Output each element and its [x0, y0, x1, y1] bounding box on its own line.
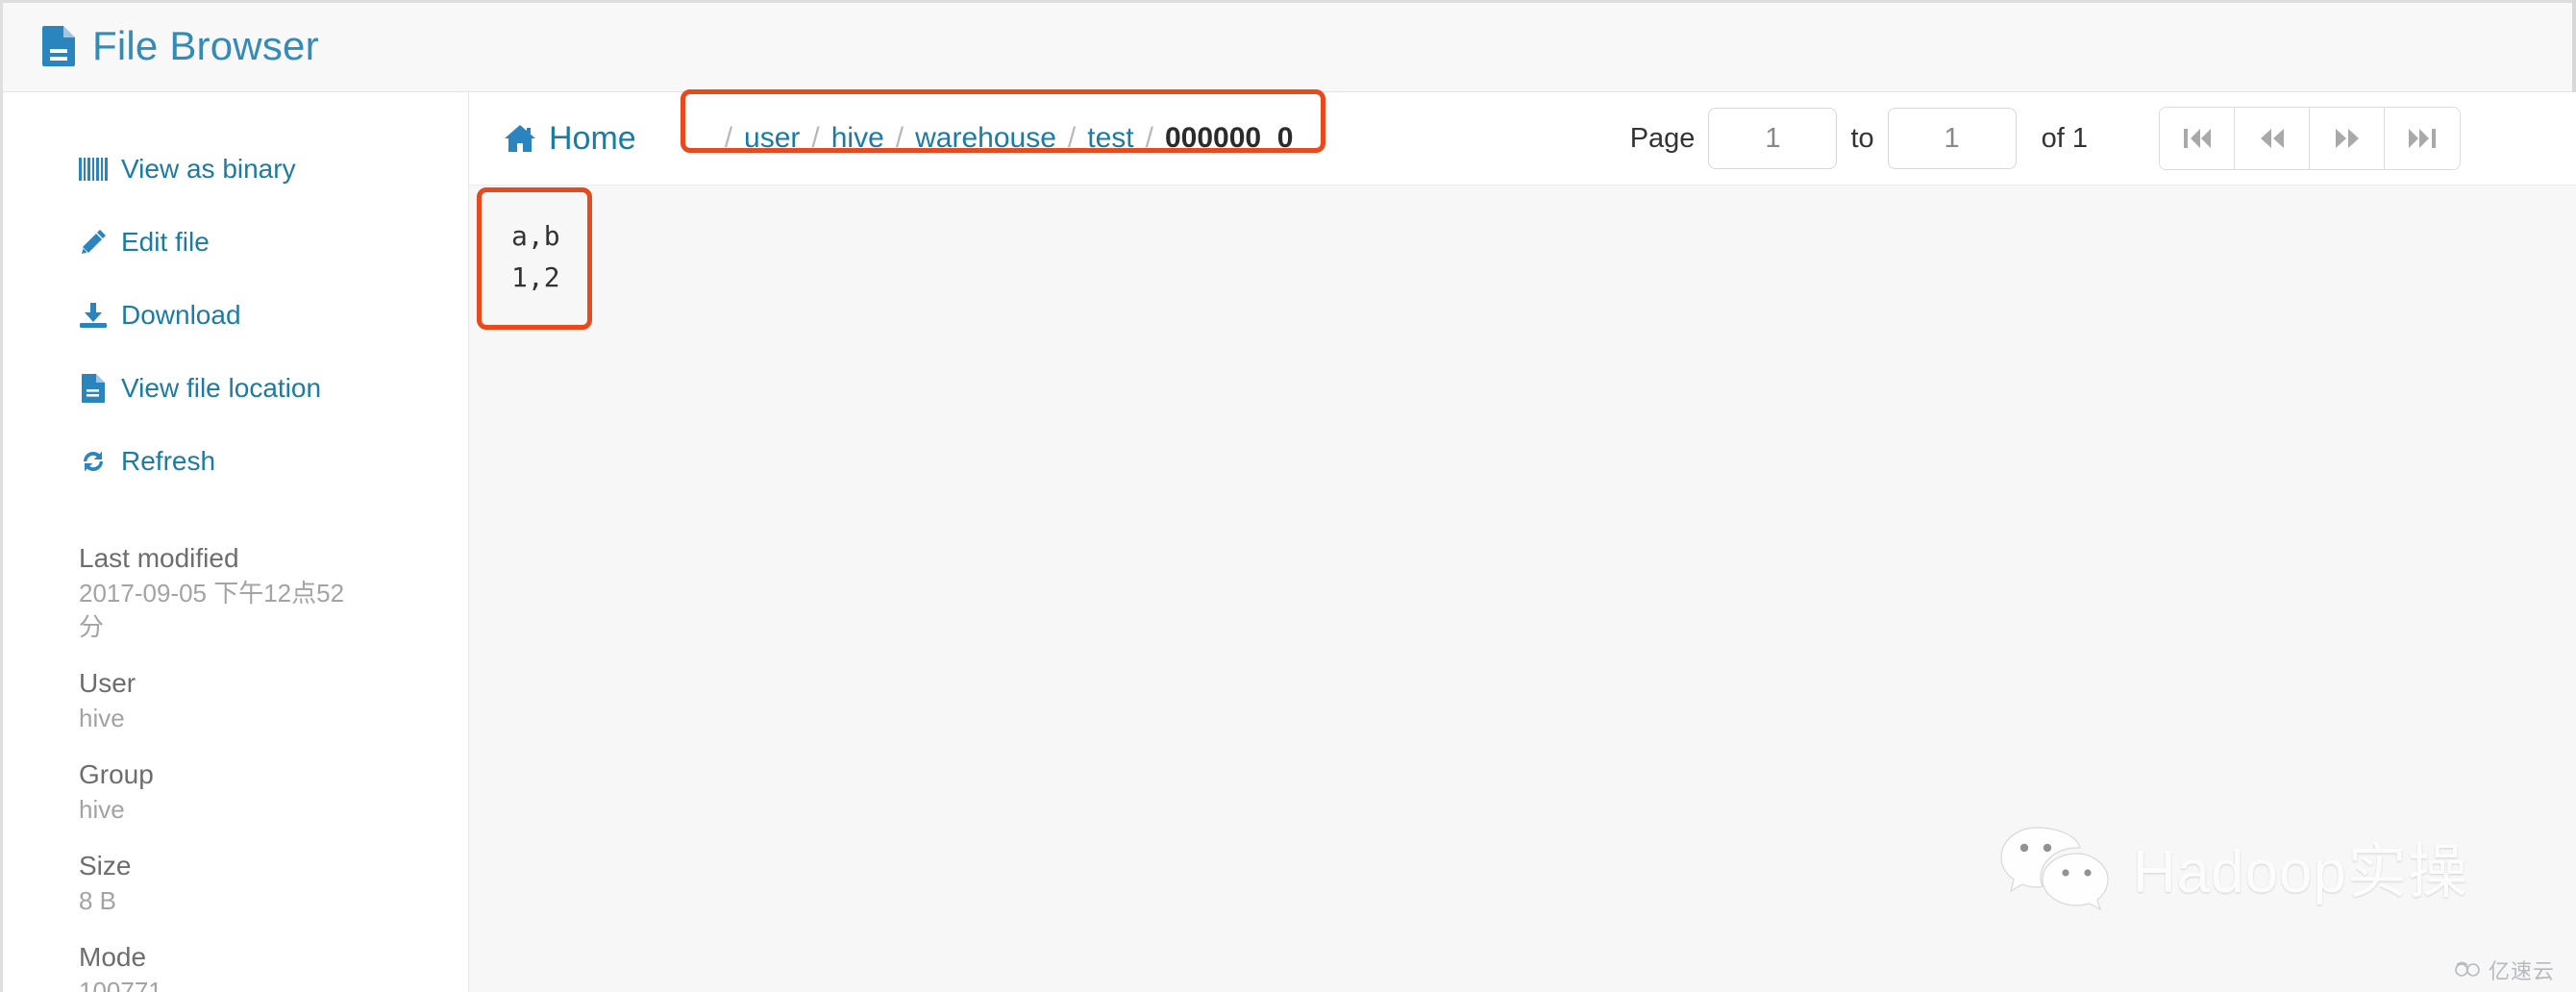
page-to-label: to — [1850, 122, 1874, 154]
pencil-icon — [79, 229, 108, 256]
watermark-text: Hadoop实操 — [2132, 838, 2468, 905]
sidebar-item-view-file-location[interactable]: View file location — [0, 352, 468, 425]
breadcrumb-separator: / — [1067, 122, 1077, 154]
first-page-button[interactable] — [2160, 108, 2235, 169]
file-metadata: Last modified 2017-09-05 下午12点52分 User h… — [0, 498, 468, 992]
last-page-icon — [2407, 126, 2438, 151]
file-browser-app: File Browser View as binary Edit file Do… — [0, 0, 2576, 992]
metadata-item-user: User hive — [79, 665, 468, 735]
page-from-input[interactable] — [1708, 108, 1838, 169]
previous-page-button[interactable] — [2235, 108, 2310, 169]
metadata-label: Mode — [79, 941, 147, 972]
breadcrumb-separator: / — [895, 122, 904, 154]
previous-page-icon — [2257, 126, 2288, 151]
breadcrumb-separator: / — [1145, 122, 1153, 154]
watermark: Hadoop实操 — [1998, 822, 2468, 923]
sidebar-item-edit-file[interactable]: Edit file — [0, 206, 468, 279]
sidebar-item-download[interactable]: Download — [0, 279, 468, 352]
window-left-edge — [0, 0, 3, 992]
metadata-label: Group — [79, 758, 154, 789]
window-top-edge — [0, 0, 2576, 3]
metadata-value: 8 B — [79, 885, 117, 915]
breadcrumb-item-hive[interactable]: hive — [831, 122, 884, 155]
metadata-label: User — [79, 667, 136, 698]
content-area: Home / user / hive / warehouse / test / … — [469, 89, 2576, 992]
metadata-value: 100771 — [79, 977, 162, 992]
first-page-icon — [2182, 126, 2213, 151]
pagination-controls: Page to of 1 — [1630, 107, 2547, 170]
breadcrumb-separator: / — [724, 122, 733, 154]
corner-watermark: 亿速云 — [2453, 960, 2555, 982]
cloud-icon — [2453, 960, 2482, 982]
breadcrumb-separator: / — [811, 122, 820, 154]
page-title: File Browser — [92, 22, 319, 68]
next-page-button[interactable] — [2310, 108, 2385, 169]
breadcrumb-container: / user / hive / warehouse / test / 00000… — [680, 89, 1326, 168]
metadata-label: Last modified — [79, 543, 239, 573]
breadcrumb-item-warehouse[interactable]: warehouse — [915, 122, 1056, 155]
page-total-label: of 1 — [2041, 122, 2088, 154]
home-icon — [504, 124, 536, 153]
metadata-item-group: Group hive — [79, 756, 468, 827]
app-body: View as binary Edit file Download View f… — [0, 89, 2576, 992]
breadcrumb-item-current-file[interactable]: 000000_0 — [1165, 122, 1293, 155]
page-label: Page — [1629, 122, 1696, 154]
sidebar-item-label: View as binary — [121, 154, 296, 184]
sidebar-item-label: View file location — [121, 373, 322, 403]
metadata-item-mode: Mode 100771 — [79, 939, 468, 992]
app-title-group: File Browser — [42, 22, 319, 68]
page-to-input[interactable] — [1887, 108, 2017, 169]
app-header: File Browser — [0, 0, 2576, 92]
sidebar-item-label: Edit file — [121, 227, 210, 257]
sidebar-item-label: Refresh — [121, 446, 216, 476]
next-page-icon — [2332, 126, 2363, 151]
barcode-icon — [79, 158, 108, 181]
metadata-label: Size — [79, 850, 132, 880]
file-view: a,b 1,2 Hadoop实操 亿速云 — [469, 185, 2576, 992]
sidebar-item-label: Download — [121, 300, 241, 330]
wechat-icon — [1998, 822, 2112, 923]
metadata-item-last-modified: Last modified 2017-09-05 下午12点52分 — [79, 540, 468, 644]
breadcrumb[interactable]: / user / hive / warehouse / test / 00000… — [693, 109, 1313, 168]
document-icon — [79, 374, 108, 403]
toolbar: Home / user / hive / warehouse / test / … — [469, 89, 2576, 185]
sidebar: View as binary Edit file Download View f… — [0, 92, 469, 992]
home-link-label: Home — [549, 119, 636, 157]
refresh-icon — [79, 449, 108, 474]
pagination-button-group — [2159, 107, 2461, 170]
breadcrumb-item-test[interactable]: test — [1087, 122, 1133, 155]
sidebar-item-refresh[interactable]: Refresh — [0, 425, 468, 498]
sidebar-item-view-as-binary[interactable]: View as binary — [0, 133, 468, 206]
metadata-value: hive — [79, 703, 125, 732]
metadata-value: 2017-09-05 下午12点52分 — [79, 578, 345, 641]
breadcrumb-item-user[interactable]: user — [744, 122, 800, 155]
last-page-button[interactable] — [2385, 108, 2460, 169]
corner-watermark-text: 亿速云 — [2488, 958, 2555, 983]
download-icon — [79, 302, 108, 329]
file-content-text: a,b 1,2 — [511, 220, 560, 293]
metadata-value: hive — [79, 794, 125, 824]
document-icon — [42, 25, 75, 66]
home-link[interactable]: Home — [494, 120, 646, 158]
metadata-item-size: Size 8 B — [79, 848, 468, 918]
